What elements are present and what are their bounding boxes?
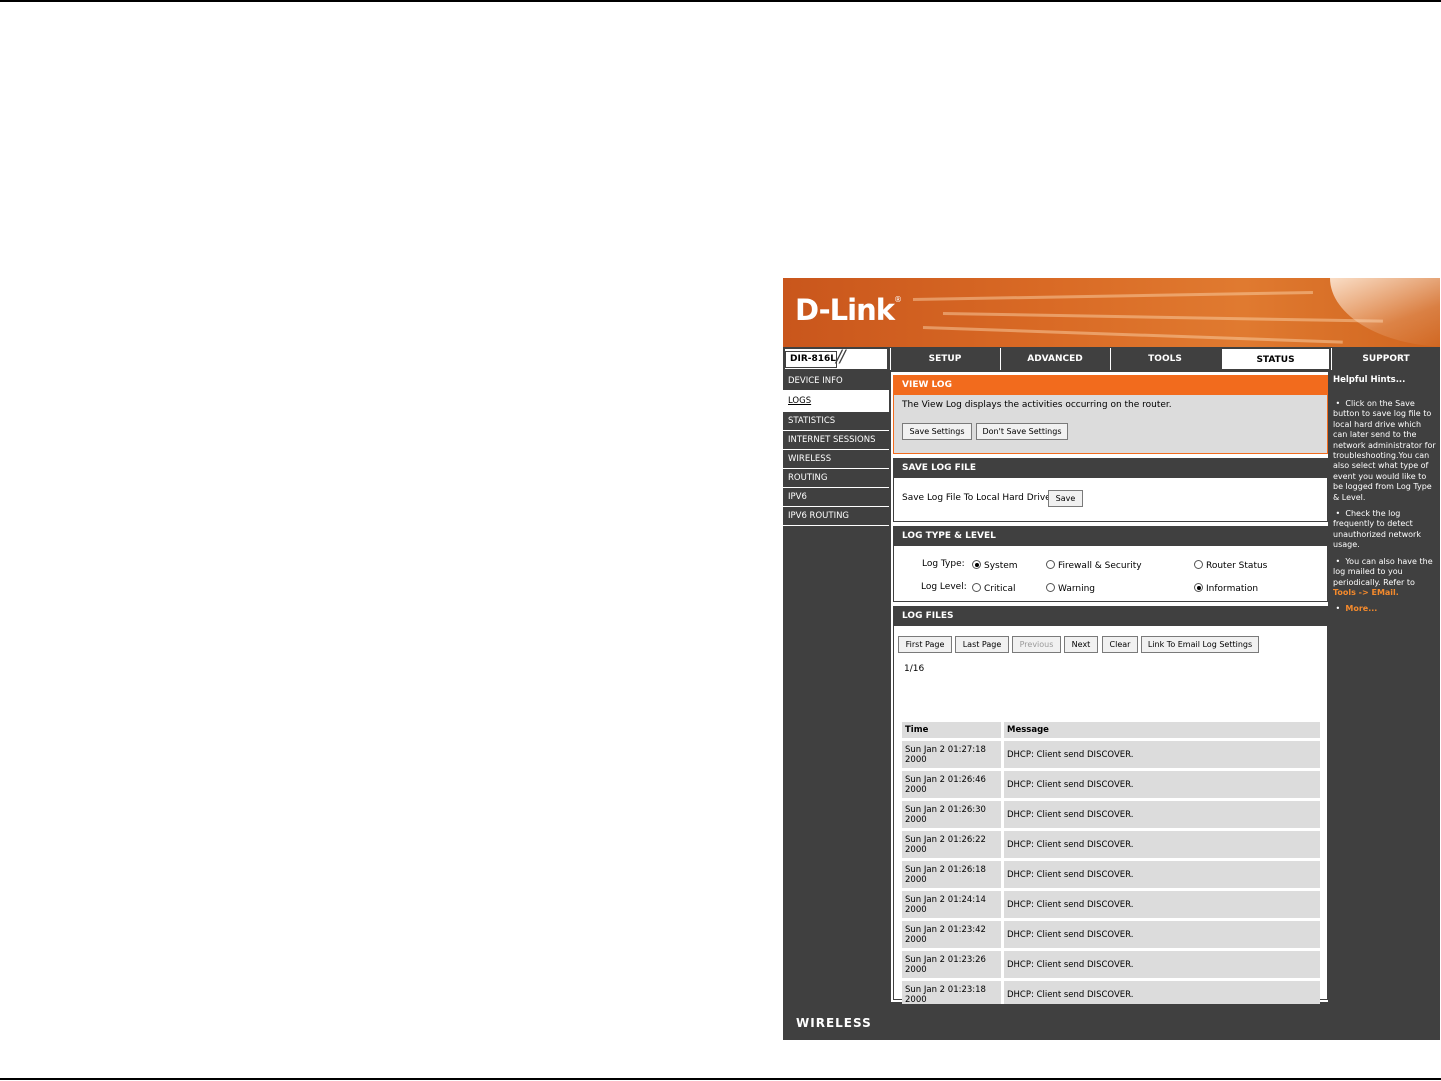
log-time-cell: Sun Jan 2 01:23:26 2000	[902, 951, 1004, 978]
save-log-label: Save Log File To Local Hard Drive.	[902, 493, 1054, 503]
router-ui-frame: D-Link® DIR-816L // SETUP ADVANCED TOOLS…	[783, 278, 1440, 1040]
log-type-level-title: LOG TYPE & LEVEL	[894, 527, 1327, 546]
radio-type-firewall-label: Firewall & Security	[1058, 561, 1142, 571]
top-nav: DIR-816L // SETUP ADVANCED TOOLS STATUS …	[783, 347, 1440, 370]
email-log-settings-button[interactable]: Link To Email Log Settings	[1141, 636, 1259, 653]
log-table: Time Message Sun Jan 2 01:27:18 2000 DHCP:…	[902, 719, 1320, 1041]
sidebar-item-device-info[interactable]: DEVICE INFO	[783, 372, 889, 391]
log-row: Sun Jan 2 01:23:26 2000 DHCP: Client send …	[902, 951, 1320, 978]
radio-type-system-label: System	[984, 561, 1018, 571]
log-row: Sun Jan 2 01:26:22 2000 DHCP: Client send …	[902, 831, 1320, 858]
log-message-cell: DHCP: Client send DISCOVER.	[1004, 891, 1320, 918]
save-log-button[interactable]: Save	[1048, 490, 1083, 507]
dlink-logo: D-Link®	[795, 293, 902, 327]
log-files-panel: LOG FILES First Page Last Page Previous …	[893, 606, 1328, 1038]
log-time-cell: Sun Jan 2 01:23:42 2000	[902, 921, 1004, 948]
sidebar: DEVICE INFO LOGS STATISTICS INTERNET SES…	[783, 372, 889, 526]
log-type-level-panel: LOG TYPE & LEVEL Log Type: System Firewa…	[893, 526, 1328, 602]
radio-type-firewall[interactable]	[1046, 560, 1055, 569]
first-page-button[interactable]: First Page	[898, 636, 952, 653]
log-level-label: Log Level:	[921, 582, 967, 592]
save-log-file-panel: SAVE LOG FILE Save Log File To Local Har…	[893, 458, 1328, 522]
log-type-label: Log Type:	[922, 559, 965, 569]
hint-item: • Check the log frequently to detect una…	[1333, 509, 1421, 550]
sidebar-item-routing[interactable]: ROUTING	[783, 469, 889, 488]
sidebar-item-logs[interactable]: LOGS	[783, 391, 889, 412]
log-row: Sun Jan 2 01:24:14 2000 DHCP: Client send …	[902, 891, 1320, 918]
tab-advanced[interactable]: ADVANCED	[1000, 348, 1109, 370]
clear-log-button[interactable]: Clear	[1102, 636, 1138, 653]
log-message-cell: DHCP: Client send DISCOVER.	[1004, 771, 1320, 798]
page-bottom-rule	[0, 1078, 1441, 1080]
log-time-cell: Sun Jan 2 01:27:18 2000	[902, 741, 1004, 768]
tools-email-link[interactable]: Tools -> EMail.	[1333, 588, 1399, 597]
model-badge: DIR-816L //	[784, 347, 888, 370]
wireless-footer-logo: WIRELESS	[796, 1016, 872, 1030]
column-message: Message	[1004, 722, 1320, 738]
page-top-rule	[0, 0, 1441, 2]
column-time: Time	[902, 722, 1004, 738]
log-time-cell: Sun Jan 2 01:26:22 2000	[902, 831, 1004, 858]
footer: WIRELESS	[783, 1004, 1440, 1040]
main-content: VIEW LOG The View Log displays the activ…	[891, 372, 1328, 1038]
view-log-description: The View Log displays the activities occ…	[902, 400, 1172, 410]
log-time-cell: Sun Jan 2 01:26:30 2000	[902, 801, 1004, 828]
radio-level-critical[interactable]	[972, 583, 981, 592]
log-row: Sun Jan 2 01:27:18 2000 DHCP: Client send …	[902, 741, 1320, 768]
sidebar-item-internet-sessions[interactable]: INTERNET SESSIONS	[783, 431, 889, 450]
view-log-title: VIEW LOG	[894, 376, 1327, 395]
log-message-cell: DHCP: Client send DISCOVER.	[1004, 951, 1320, 978]
header-banner: D-Link®	[783, 278, 1440, 347]
radio-level-warning[interactable]	[1046, 583, 1055, 592]
log-time-cell: Sun Jan 2 01:26:18 2000	[902, 861, 1004, 888]
log-time-cell: Sun Jan 2 01:26:46 2000	[902, 771, 1004, 798]
hint-item: • Click on the Save button to save log f…	[1333, 399, 1436, 502]
radio-type-router-status-label: Router Status	[1206, 561, 1268, 571]
slash-decoration-icon: //	[836, 347, 846, 367]
tab-setup[interactable]: SETUP	[890, 348, 999, 370]
log-message-cell: DHCP: Client send DISCOVER.	[1004, 831, 1320, 858]
helpful-hints: Helpful Hints... • Click on the Save but…	[1330, 372, 1440, 1002]
radio-type-system[interactable]	[972, 560, 981, 569]
tab-status[interactable]: STATUS	[1221, 348, 1330, 370]
radio-level-critical-label: Critical	[984, 584, 1016, 594]
log-message-cell: DHCP: Client send DISCOVER.	[1004, 861, 1320, 888]
view-log-panel: VIEW LOG The View Log displays the activ…	[893, 375, 1328, 454]
dont-save-settings-button[interactable]: Don't Save Settings	[976, 423, 1068, 440]
next-page-button[interactable]: Next	[1064, 636, 1098, 653]
log-row: Sun Jan 2 01:23:42 2000 DHCP: Client send …	[902, 921, 1320, 948]
log-row: Sun Jan 2 01:26:18 2000 DHCP: Client send …	[902, 861, 1320, 888]
hint-item: • You can also have the log mailed to yo…	[1333, 556, 1433, 597]
hints-title: Helpful Hints...	[1333, 375, 1406, 385]
sidebar-item-ipv6-routing[interactable]: IPV6 ROUTING	[783, 507, 889, 526]
radio-level-information-label: Information	[1206, 584, 1259, 594]
tab-support[interactable]: SUPPORT	[1331, 348, 1440, 370]
log-message-cell: DHCP: Client send DISCOVER.	[1004, 801, 1320, 828]
tab-tools[interactable]: TOOLS	[1110, 348, 1219, 370]
last-page-button[interactable]: Last Page	[955, 636, 1009, 653]
log-message-cell: DHCP: Client send DISCOVER.	[1004, 921, 1320, 948]
log-time-cell: Sun Jan 2 01:24:14 2000	[902, 891, 1004, 918]
sidebar-item-ipv6[interactable]: IPV6	[783, 488, 889, 507]
log-row: Sun Jan 2 01:26:30 2000 DHCP: Client send …	[902, 801, 1320, 828]
radio-level-information[interactable]	[1194, 583, 1203, 592]
sidebar-item-statistics[interactable]: STATISTICS	[783, 412, 889, 431]
previous-page-button[interactable]: Previous	[1012, 636, 1061, 653]
save-log-file-title: SAVE LOG FILE	[894, 459, 1327, 478]
log-table-header: Time Message	[902, 722, 1320, 738]
page-indicator: 1/16	[904, 664, 925, 674]
save-settings-button[interactable]: Save Settings	[902, 423, 972, 440]
log-files-title: LOG FILES	[894, 607, 1327, 626]
log-message-cell: DHCP: Client send DISCOVER.	[1004, 741, 1320, 768]
log-row: Sun Jan 2 01:26:46 2000 DHCP: Client send …	[902, 771, 1320, 798]
radio-type-router-status[interactable]	[1194, 560, 1203, 569]
radio-level-warning-label: Warning	[1058, 584, 1096, 594]
sidebar-item-wireless[interactable]: WIRELESS	[783, 450, 889, 469]
more-link[interactable]: More...	[1345, 604, 1377, 613]
